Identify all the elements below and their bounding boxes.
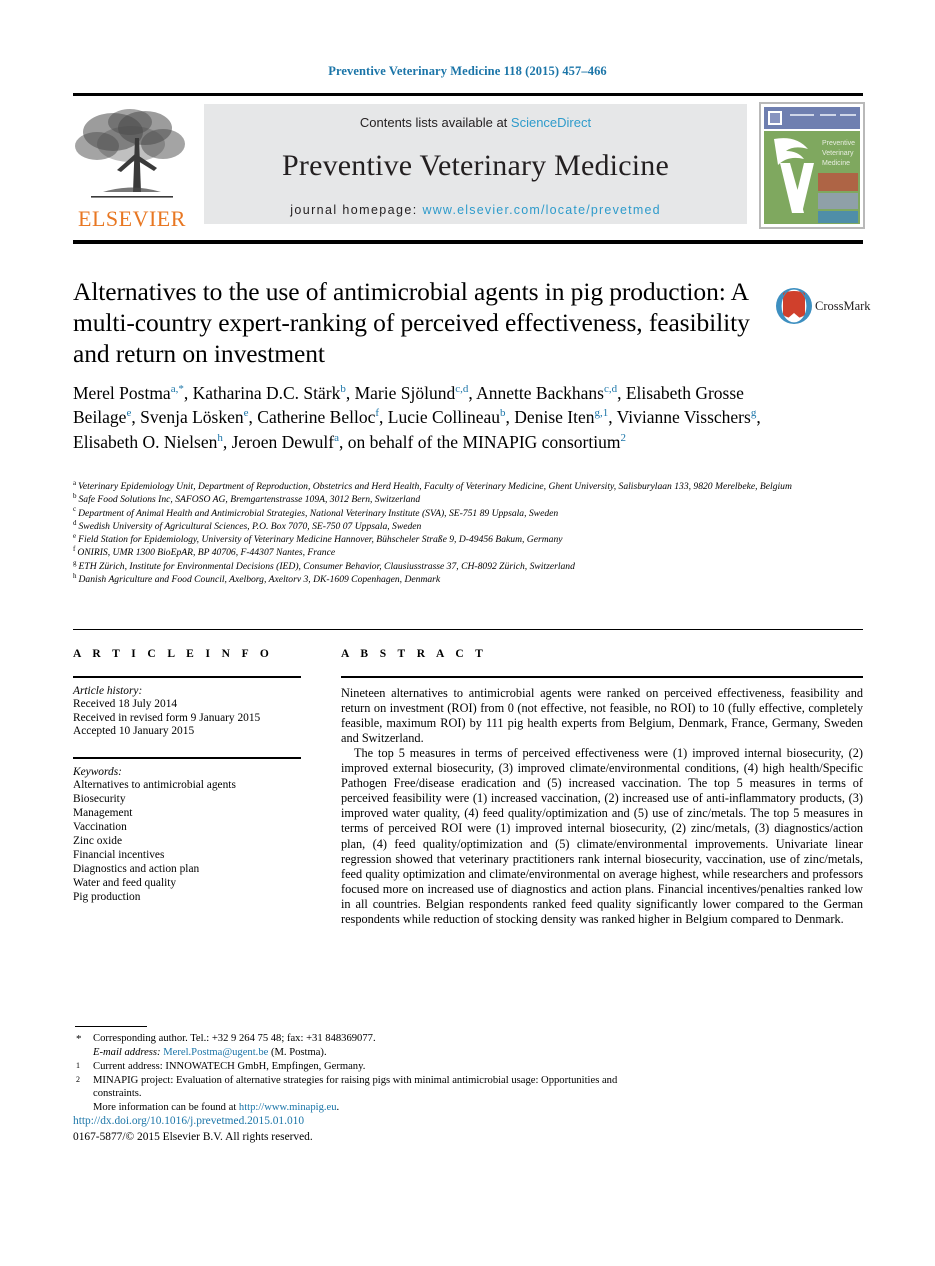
affiliation-text: ETH Zürich, Institute for Environmental … xyxy=(78,560,575,572)
article-history-group: Article history: Received 18 July 2014 R… xyxy=(73,685,301,739)
svg-text:Veterinary: Veterinary xyxy=(822,150,854,157)
info-section-top-rule xyxy=(73,629,863,630)
keyword-item: Diagnostics and action plan xyxy=(73,862,200,875)
footnote-corresponding-author: * Corresponding author. Tel.: +32 9 264 … xyxy=(73,1032,633,1059)
affiliation-item: g ETH Zürich, Institute for Environmental… xyxy=(73,558,793,574)
affiliation-mark: e xyxy=(73,531,77,540)
journal-homepage-link[interactable]: www.elsevier.com/locate/prevetmed xyxy=(422,203,660,217)
author-list: Merel Postmaa,*, Katharina D.C. Stärkb, … xyxy=(73,383,761,452)
footnote-2-text: MINAPIG project: Evaluation of alternati… xyxy=(93,1074,618,1100)
crossmark-badge[interactable]: CrossMark xyxy=(775,287,871,329)
keyword-item: Vaccination xyxy=(73,821,127,834)
footnote-current-address: 1 Current address: INNOWATECH GmbH, Empf… xyxy=(73,1060,633,1074)
title-block: Alternatives to the use of antimicrobial… xyxy=(73,276,763,369)
history-item: Received in revised form 9 January 2015 xyxy=(73,711,261,724)
history-item: Received 18 July 2014 xyxy=(73,698,178,711)
footnote-mark-1: 1 xyxy=(76,1060,80,1070)
doi-link[interactable]: http://dx.doi.org/10.1016/j.prevetmed.20… xyxy=(73,1115,304,1127)
affiliation-item: d Swedish University of Agricultural Scie… xyxy=(73,518,793,534)
elsevier-tree-icon xyxy=(75,109,185,198)
footnote-minapig-project: 2 MINAPIG project: Evaluation of alterna… xyxy=(73,1074,633,1101)
svg-text:Medicine: Medicine xyxy=(822,160,850,167)
keywords-rule xyxy=(73,756,301,759)
svg-text:Preventive: Preventive xyxy=(822,140,855,147)
history-item: Accepted 10 January 2015 xyxy=(73,725,195,738)
article-info-rule xyxy=(73,676,301,678)
abstract-rule xyxy=(341,676,863,678)
article-history-label: Article history: xyxy=(73,684,143,697)
article-info-heading: A R T I C L E I N F O xyxy=(73,648,274,660)
affiliation-mark: f xyxy=(73,545,76,554)
affiliation-mark: h xyxy=(73,571,77,580)
masthead-top-rule xyxy=(73,93,863,96)
journal-homepage-line: journal homepage: www.elsevier.com/locat… xyxy=(204,203,747,217)
email-address-label: E-mail address: xyxy=(93,1046,161,1058)
keyword-item: Zinc oxide xyxy=(73,835,123,848)
affiliation-text: Safe Food Solutions Inc, SAFOSO AG, Brem… xyxy=(78,494,421,506)
abstract-column: A B S T R A C T Nineteen alternatives to… xyxy=(341,648,863,927)
affiliation-mark: b xyxy=(73,492,77,501)
affiliation-item: b Safe Food Solutions Inc, SAFOSO AG, Bre… xyxy=(73,492,793,507)
affiliation-item: c Department of Animal Health and Antimic… xyxy=(73,505,793,521)
email-suffix: (M. Postma). xyxy=(270,1046,327,1058)
abstract-body: Nineteen alternatives to antimicrobial a… xyxy=(341,686,863,928)
journal-title: Preventive Veterinary Medicine xyxy=(282,149,669,182)
elsevier-logo: ELSEVIER xyxy=(73,104,191,232)
journal-masthead: ELSEVIER Contents lists available at Sci… xyxy=(73,93,865,237)
masthead-center-panel: Contents lists available at ScienceDirec… xyxy=(204,104,747,224)
affiliation-item: e Field Station for Epidemiology, Univers… xyxy=(73,531,793,547)
copyright-notice: 0167-5877/© 2015 Elsevier B.V. All right… xyxy=(73,1131,313,1143)
footnote-1-text: Current address: INNOWATECH GmbH, Empfin… xyxy=(93,1060,366,1072)
keyword-item: Alternatives to antimicrobial agents xyxy=(73,779,236,792)
running-head: Preventive Veterinary Medicine 118 (2015… xyxy=(328,64,607,78)
affiliation-mark: a xyxy=(73,478,77,487)
more-info-prefix: More information can be found at xyxy=(93,1102,239,1114)
affiliation-item: a Veterinary Epidemiology Unit, Departmen… xyxy=(73,478,793,494)
footnote-rule xyxy=(75,1026,147,1028)
keyword-item: Management xyxy=(73,807,133,820)
email-link[interactable]: Merel.Postma@ugent.be xyxy=(163,1047,268,1058)
footnote-mark-asterisk: * xyxy=(76,1033,82,1045)
footnote-mark-2: 2 xyxy=(76,1074,80,1084)
keyword-item: Biosecurity xyxy=(73,793,126,806)
affiliation-mark: d xyxy=(73,518,77,527)
contents-prefix: Contents lists available at xyxy=(359,115,511,130)
article-info-column: A R T I C L E I N F O Article history: R… xyxy=(73,648,301,905)
abstract-heading: A B S T R A C T xyxy=(341,648,488,660)
affiliation-text: Field Station for Epidemiology, Universi… xyxy=(78,534,563,546)
keywords-group: Keywords: Alternatives to antimicrobial … xyxy=(73,766,301,905)
homepage-label: journal homepage: xyxy=(290,203,418,217)
crossmark-label: CrossMark xyxy=(815,299,871,313)
affiliation-mark: c xyxy=(73,505,77,514)
affiliation-text: Department of Animal Health and Antimicr… xyxy=(78,507,559,519)
more-info-suffix: . xyxy=(336,1102,340,1114)
corresponding-author-text: Corresponding author. Tel.: +32 9 264 75… xyxy=(93,1033,376,1044)
affiliation-list: a Veterinary Epidemiology Unit, Departmen… xyxy=(73,478,793,587)
affiliation-mark: g xyxy=(73,558,77,567)
journal-cover-thumbnail: Preventive Veterinary Medicine xyxy=(759,102,865,229)
crossmark-icon xyxy=(776,288,812,324)
abstract-paragraph: The top 5 measures in terms of perceived… xyxy=(341,745,863,926)
sciencedirect-link[interactable]: ScienceDirect xyxy=(511,115,591,130)
affiliation-text: Swedish University of Agricultural Scien… xyxy=(78,520,422,532)
affiliation-item: h Danish Agriculture and Food Council, Ax… xyxy=(73,571,793,587)
masthead-bottom-rule xyxy=(73,240,863,244)
affiliation-item: f ONIRIS, UMR 1300 BioEpAR, BP 40706, F-4… xyxy=(73,545,793,560)
page-title: Alternatives to the use of antimicrobial… xyxy=(73,277,750,368)
footnote-more-information: More information can be found at http://… xyxy=(73,1101,633,1115)
keyword-item: Financial incentives xyxy=(73,849,165,861)
abstract-paragraph: Nineteen alternatives to antimicrobial a… xyxy=(341,685,863,745)
affiliation-text: Danish Agriculture and Food Council, Axe… xyxy=(78,573,441,585)
elsevier-wordmark: ELSEVIER xyxy=(78,206,186,231)
footnote-list: * Corresponding author. Tel.: +32 9 264 … xyxy=(73,1032,633,1116)
keyword-item: Pig production xyxy=(73,890,141,903)
keyword-item: Water and feed quality xyxy=(73,876,177,889)
contents-available-line: Contents lists available at ScienceDirec… xyxy=(204,104,747,130)
keywords-label: Keywords: xyxy=(73,765,122,778)
affiliation-text: Veterinary Epidemiology Unit, Department… xyxy=(78,481,792,492)
minapig-website-link[interactable]: http://www.minapig.eu xyxy=(239,1102,337,1113)
affiliation-text: ONIRIS, UMR 1300 BioEpAR, BP 40706, F-44… xyxy=(77,547,336,559)
journal-article-first-page: Preventive Veterinary Medicine 118 (2015… xyxy=(0,0,935,1266)
cover-artwork: Preventive Veterinary Medicine xyxy=(760,103,864,228)
